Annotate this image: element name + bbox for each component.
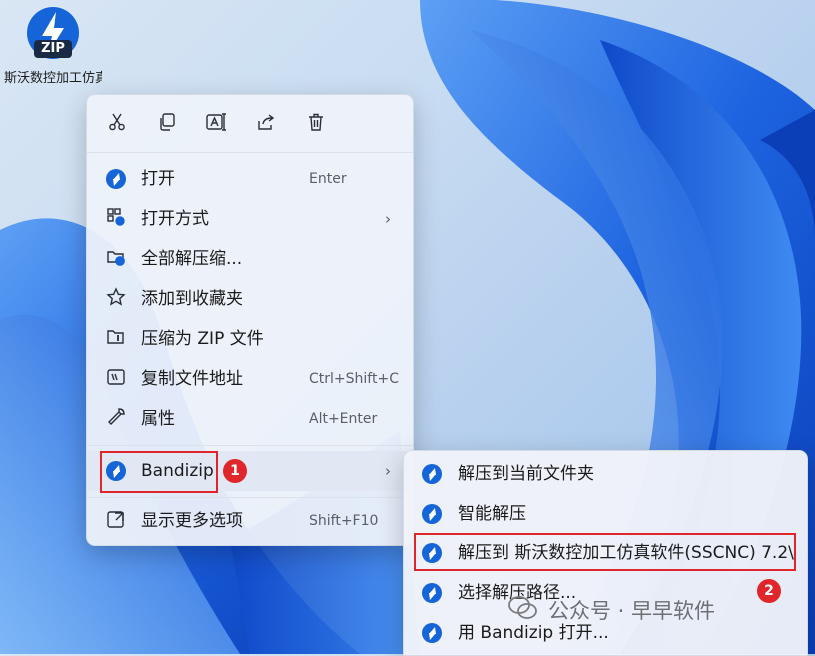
- highlight-box-bandizip: [100, 451, 218, 493]
- menu-item-shortcut: Alt+Enter: [309, 411, 378, 427]
- menu-item-label: 全部解压缩...: [141, 249, 243, 269]
- rename-button[interactable]: [200, 108, 232, 140]
- menu-item-label: 打开: [141, 169, 175, 189]
- toolbar-divider: [87, 152, 413, 153]
- copy-icon: [157, 112, 177, 136]
- menu-item-compress-zip[interactable]: 压缩为 ZIP 文件: [87, 319, 413, 359]
- bandizip-icon: [422, 623, 442, 643]
- menu-item-shortcut: Ctrl+Shift+C: [309, 371, 399, 387]
- submenu-item-label: 智能解压: [458, 504, 526, 524]
- menu-item-shortcut: Shift+F10: [309, 513, 379, 529]
- star-icon: [106, 287, 126, 311]
- copy-button[interactable]: [151, 108, 183, 140]
- cut-button[interactable]: [101, 108, 133, 140]
- desktop-file-label: 斯沃数控加工仿真软件(SS: [4, 71, 102, 86]
- highlight-box-extract-to: [414, 533, 796, 571]
- cut-icon: [107, 112, 127, 136]
- bandizip-icon: [422, 504, 442, 524]
- desktop-file-icon[interactable]: ZIP 斯沃数控加工仿真软件(SS: [4, 6, 102, 89]
- menu-item-open-with[interactable]: 打开方式 ›: [87, 199, 413, 239]
- bandizip-icon: [422, 464, 442, 484]
- watermark-text: 公众号 · 早早软件: [548, 599, 716, 623]
- menu-item-properties[interactable]: 属性 Alt+Enter: [87, 399, 413, 439]
- menu-item-label: 复制文件地址: [141, 369, 243, 389]
- delete-icon: [306, 112, 326, 136]
- menu-item-add-favorites[interactable]: 添加到收藏夹: [87, 279, 413, 319]
- extract-all-icon: [106, 247, 126, 271]
- bandizip-icon: [106, 169, 126, 189]
- zip-badge: ZIP: [41, 41, 65, 56]
- open-with-icon: [106, 207, 126, 231]
- submenu-item-smart-extract[interactable]: 智能解压: [404, 494, 807, 534]
- menu-item-label: 压缩为 ZIP 文件: [141, 329, 264, 349]
- step-badge-1: 1: [223, 459, 247, 483]
- bandizip-icon: [422, 583, 442, 603]
- chevron-right-icon: ›: [385, 462, 391, 480]
- menu-divider: [87, 497, 413, 498]
- step-badge-2: 2: [757, 579, 781, 603]
- menu-item-extract-all[interactable]: 全部解压缩...: [87, 239, 413, 279]
- menu-item-more-options[interactable]: 显示更多选项 Shift+F10: [87, 501, 413, 541]
- menu-item-open[interactable]: 打开 Enter: [87, 159, 413, 199]
- wechat-icon: [508, 595, 538, 626]
- copy-path-icon: [106, 367, 126, 391]
- zip-folder-icon: [106, 327, 126, 351]
- menu-item-label: 属性: [141, 409, 175, 429]
- share-button[interactable]: [250, 108, 282, 140]
- rename-icon: [205, 112, 227, 136]
- menu-item-label: 添加到收藏夹: [141, 289, 243, 309]
- menu-item-label: 显示更多选项: [141, 511, 243, 531]
- delete-button[interactable]: [300, 108, 332, 140]
- menu-item-shortcut: Enter: [309, 171, 347, 187]
- submenu-item-label: 解压到当前文件夹: [458, 464, 594, 484]
- menu-item-copy-path[interactable]: 复制文件地址 Ctrl+Shift+C: [87, 359, 413, 399]
- watermark: 公众号 · 早早软件: [508, 593, 715, 627]
- wrench-icon: [106, 407, 126, 431]
- chevron-right-icon: ›: [385, 210, 391, 228]
- zip-file-icon: ZIP: [26, 6, 80, 62]
- more-options-icon: [106, 509, 126, 533]
- submenu-item-extract-here[interactable]: 解压到当前文件夹: [404, 454, 807, 494]
- menu-item-label: 打开方式: [141, 209, 209, 229]
- share-icon: [256, 112, 276, 136]
- menu-divider: [87, 445, 413, 446]
- context-toolbar: [87, 95, 413, 153]
